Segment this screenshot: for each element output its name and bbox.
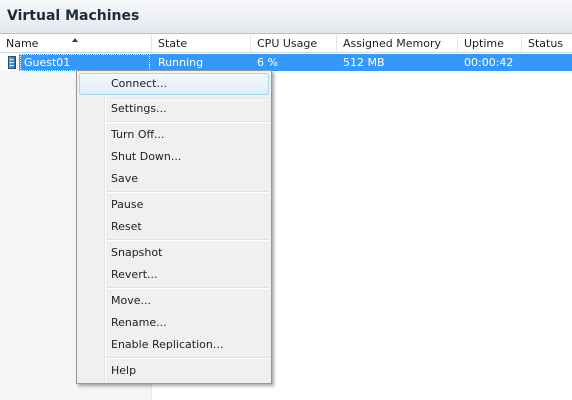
column-header-name[interactable]: Name [0,35,152,52]
vm-assigned-memory: 512 MB [343,56,385,69]
vm-state: Running [158,56,204,69]
column-header-label: State [158,37,188,50]
menu-separator [107,239,269,240]
virtual-machines-panel: Virtual Machines Name State CPU Usage As… [0,0,572,400]
menu-item-settings[interactable]: Settings... [79,98,269,120]
vm-uptime: 00:00:42 [464,56,514,69]
vm-name: Guest01 [24,56,71,69]
menu-item-label: Turn Off... [111,128,165,141]
menu-item-revert[interactable]: Revert... [79,264,269,286]
vm-icon [8,56,16,69]
menu-item-pause[interactable]: Pause [79,194,269,216]
menu-separator [107,287,269,288]
menu-item-connect[interactable]: Connect... [79,73,269,95]
menu-item-label: Connect... [111,77,167,90]
menu-item-save[interactable]: Save [79,168,269,190]
menu-item-label: Rename... [111,316,167,329]
column-header-label: Name [6,37,39,50]
column-header-label: Status [528,37,564,50]
menu-item-turn-off[interactable]: Turn Off... [79,124,269,146]
context-menu: Connect... Settings... Turn Off... Shut … [76,70,272,384]
column-header-label: Uptime [464,37,504,50]
menu-item-snapshot[interactable]: Snapshot [79,242,269,264]
column-header-state[interactable]: State [152,35,251,52]
menu-item-move[interactable]: Move... [79,290,269,312]
menu-item-label: Move... [111,294,151,307]
column-header-cpu-usage[interactable]: CPU Usage [251,35,337,52]
menu-separator [107,357,269,358]
panel-title: Virtual Machines [7,8,140,24]
column-header-row: Name State CPU Usage Assigned Memory Upt… [0,35,572,53]
menu-item-label: Revert... [111,268,158,281]
menu-item-enable-replication[interactable]: Enable Replication... [79,334,269,356]
menu-item-rename[interactable]: Rename... [79,312,269,334]
menu-item-label: Pause [111,198,144,211]
sort-ascending-icon [72,38,78,42]
menu-item-reset[interactable]: Reset [79,216,269,238]
column-header-assigned-memory[interactable]: Assigned Memory [337,35,458,52]
panel-header: Virtual Machines [0,0,572,34]
menu-item-label: Shut Down... [111,150,182,163]
menu-item-label: Help [111,364,137,377]
menu-item-shut-down[interactable]: Shut Down... [79,146,269,168]
menu-separator [107,191,269,192]
column-header-label: Assigned Memory [343,37,441,50]
menu-item-label: Reset [111,220,142,233]
table-row[interactable]: Guest01 Running 6 % 512 MB 00:00:42 [0,54,572,71]
menu-item-label: Snapshot [111,246,163,259]
menu-item-label: Save [111,172,139,185]
menu-item-help[interactable]: Help [79,360,269,382]
column-header-uptime[interactable]: Uptime [458,35,522,52]
menu-separator [107,121,269,122]
menu-item-label: Settings... [111,102,167,115]
vm-cpu-usage: 6 % [257,56,278,69]
column-header-label: CPU Usage [257,37,318,50]
column-header-status[interactable]: Status [522,35,572,52]
menu-item-label: Enable Replication... [111,338,224,351]
